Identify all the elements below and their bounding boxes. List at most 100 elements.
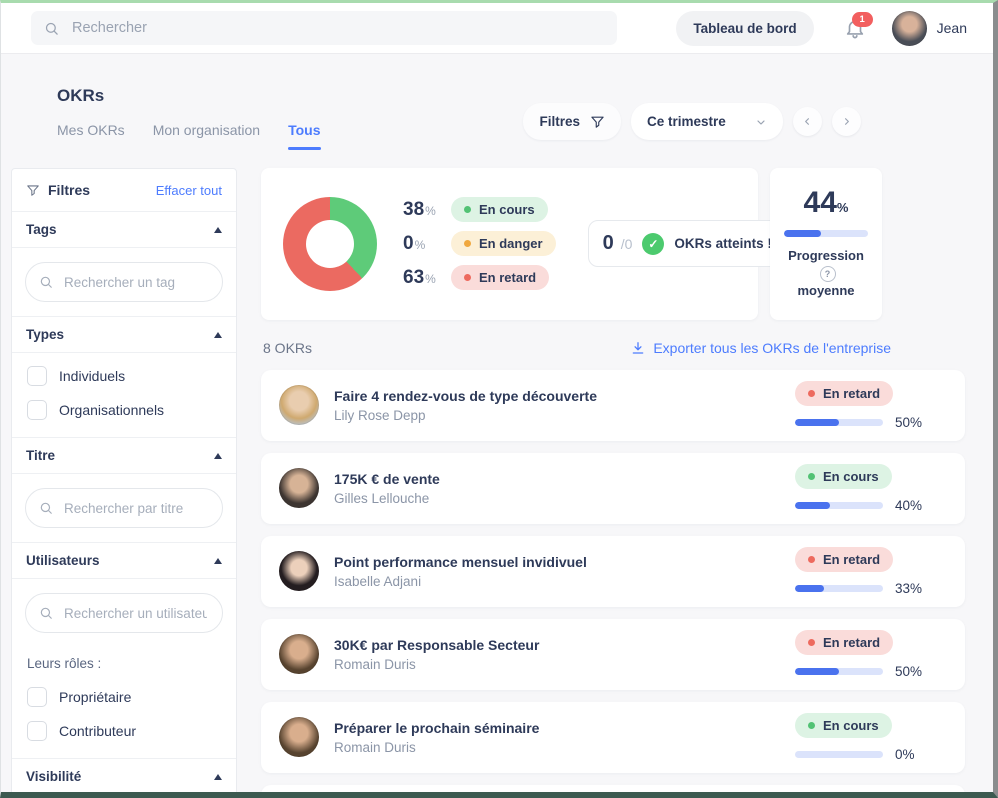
status-dot bbox=[808, 722, 815, 729]
checkbox-organisationnels[interactable]: Organisationnels bbox=[12, 393, 236, 427]
search-icon bbox=[39, 275, 53, 289]
title-search-input[interactable] bbox=[62, 500, 209, 517]
progress-bar bbox=[795, 502, 883, 509]
app-window: Tableau de bord 1 Jean OKRs Mes OKRs Mon… bbox=[0, 0, 998, 798]
status-dot bbox=[464, 274, 471, 281]
okrs-atteints-box: 0 /0 ✓ OKRs atteints ! bbox=[588, 220, 787, 267]
progress-fill bbox=[784, 230, 821, 237]
status-donut bbox=[283, 197, 377, 291]
search-icon bbox=[44, 21, 59, 36]
summary-row: 38% En cours 0% En danger 63% En retard bbox=[261, 168, 965, 320]
stat-en-cours: 38% En cours bbox=[403, 197, 556, 222]
roles-label: Leurs rôles : bbox=[12, 647, 236, 674]
search-icon bbox=[39, 606, 53, 620]
title-search[interactable] bbox=[25, 488, 223, 528]
section-titre[interactable]: Titre bbox=[12, 437, 236, 474]
okr-list-item[interactable]: Faire 4 rendez-vous de type découverte L… bbox=[261, 370, 965, 441]
tab-mes-okrs[interactable]: Mes OKRs bbox=[57, 122, 125, 142]
chevron-down-icon bbox=[755, 116, 767, 128]
okr-list: Faire 4 rendez-vous de type découverte L… bbox=[261, 370, 965, 798]
atteints-total: /0 bbox=[621, 236, 633, 252]
sidebar-title: Filtres bbox=[26, 182, 90, 198]
period-selected-value: Ce trimestre bbox=[647, 114, 726, 129]
dashboard-button[interactable]: Tableau de bord bbox=[676, 11, 813, 46]
section-visibilite[interactable]: Visibilité bbox=[12, 758, 236, 795]
checkbox-individuels[interactable]: Individuels bbox=[12, 359, 236, 393]
okr-owner: Isabelle Adjani bbox=[334, 574, 780, 589]
period-prev-button[interactable] bbox=[793, 107, 822, 136]
progress-value: 50% bbox=[895, 664, 922, 679]
download-icon bbox=[631, 341, 645, 355]
period-next-button[interactable] bbox=[832, 107, 861, 136]
okr-list-item[interactable]: Point performance mensuel invidivuel Isa… bbox=[261, 536, 965, 607]
help-icon[interactable]: ? bbox=[820, 266, 836, 282]
section-utilisateurs[interactable]: Utilisateurs bbox=[12, 542, 236, 579]
status-stats: 38% En cours 0% En danger 63% En retard bbox=[403, 197, 556, 290]
progress-fill bbox=[795, 668, 839, 675]
tag-search[interactable] bbox=[25, 262, 223, 302]
avatar bbox=[279, 551, 319, 591]
checkbox[interactable] bbox=[27, 687, 47, 707]
funnel-icon bbox=[590, 114, 605, 129]
okr-count: 8 OKRs bbox=[263, 340, 312, 356]
export-okrs-link[interactable]: Exporter tous les OKRs de l'entreprise bbox=[631, 340, 891, 356]
stat-en-danger: 0% En danger bbox=[403, 231, 556, 256]
okr-list-item[interactable]: Préparer le prochain séminaire Romain Du… bbox=[261, 702, 965, 773]
progression-value: 44% bbox=[784, 188, 868, 218]
filters-button[interactable]: Filtres bbox=[523, 103, 621, 140]
okr-list-item[interactable]: Réunion opérationnelle Hebdomadaire Isab… bbox=[261, 785, 965, 798]
checkbox-contributeur[interactable]: Contributeur bbox=[12, 714, 236, 748]
progress-fill bbox=[795, 585, 824, 592]
status-dot bbox=[808, 556, 815, 563]
tab-tous[interactable]: Tous bbox=[288, 122, 320, 142]
okr-owner: Romain Duris bbox=[334, 657, 780, 672]
clear-all-filters-link[interactable]: Effacer tout bbox=[156, 183, 222, 198]
status-badge: En retard bbox=[795, 547, 893, 572]
page-title: OKRs bbox=[57, 86, 321, 106]
header-controls: Filtres Ce trimestre bbox=[523, 103, 861, 142]
okr-owner: Lily Rose Depp bbox=[334, 408, 780, 423]
collapse-icon bbox=[214, 453, 222, 459]
progress-value: 50% bbox=[895, 415, 922, 430]
status-dot bbox=[808, 390, 815, 397]
section-types[interactable]: Types bbox=[12, 316, 236, 353]
checkbox[interactable] bbox=[27, 366, 47, 386]
status-badge: En cours bbox=[451, 197, 548, 222]
tab-mon-organisation[interactable]: Mon organisation bbox=[153, 122, 260, 142]
tag-search-input[interactable] bbox=[62, 274, 209, 291]
period-select[interactable]: Ce trimestre bbox=[631, 103, 783, 140]
user-avatar[interactable] bbox=[892, 11, 927, 46]
checkbox[interactable] bbox=[27, 400, 47, 420]
chevron-right-icon bbox=[841, 116, 852, 127]
status-badge: En danger bbox=[451, 231, 556, 256]
collapse-icon bbox=[214, 774, 222, 780]
global-search-input[interactable] bbox=[70, 19, 604, 37]
user-search-input[interactable] bbox=[62, 605, 209, 622]
okr-list-item[interactable]: 30K€ par Responsable Secteur Romain Duri… bbox=[261, 619, 965, 690]
progression-bar bbox=[784, 230, 868, 237]
atteints-count: 0 bbox=[603, 232, 614, 255]
checkbox[interactable] bbox=[27, 721, 47, 741]
okr-title: Point performance mensuel invidivuel bbox=[334, 554, 780, 570]
checkbox-proprietaire[interactable]: Propriétaire bbox=[12, 680, 236, 714]
global-search[interactable] bbox=[31, 11, 617, 45]
chevron-left-icon bbox=[802, 116, 813, 127]
section-tags[interactable]: Tags bbox=[12, 211, 236, 248]
tabs: Mes OKRs Mon organisation Tous bbox=[57, 122, 321, 142]
progress-fill bbox=[795, 502, 830, 509]
status-badge: En retard bbox=[795, 381, 893, 406]
user-search[interactable] bbox=[25, 593, 223, 633]
sidebar-header: Filtres Effacer tout bbox=[12, 169, 236, 211]
user-name: Jean bbox=[937, 20, 967, 36]
status-badge: En cours bbox=[795, 713, 892, 738]
okr-list-item[interactable]: 175K € de vente Gilles Lellouche En cour… bbox=[261, 453, 965, 524]
title-tabs: OKRs Mes OKRs Mon organisation Tous bbox=[57, 86, 321, 142]
progression-card: 44% Progression? moyenne bbox=[770, 168, 882, 320]
okr-owner: Gilles Lellouche bbox=[334, 491, 780, 506]
content: Filtres Effacer tout Tags Types Individu… bbox=[1, 168, 993, 798]
notifications-button[interactable]: 1 bbox=[844, 17, 866, 39]
avatar bbox=[279, 634, 319, 674]
check-circle-icon: ✓ bbox=[642, 233, 664, 255]
okr-title: 175K € de vente bbox=[334, 471, 780, 487]
avatar bbox=[279, 468, 319, 508]
